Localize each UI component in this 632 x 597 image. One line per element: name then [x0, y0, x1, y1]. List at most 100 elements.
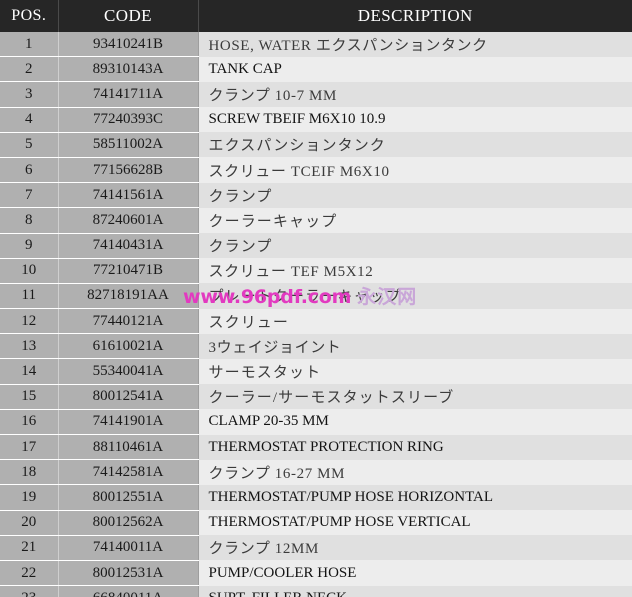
cell-pos: 14 — [0, 358, 59, 385]
cell-code: 55340041A — [58, 358, 199, 385]
cell-description: クランプ — [198, 233, 632, 259]
cell-code: 80012562A — [58, 510, 199, 536]
cell-pos: 16 — [0, 409, 59, 436]
cell-pos: 13 — [0, 333, 59, 360]
column-header-pos[interactable]: POS. — [0, 0, 59, 32]
cell-pos: 12 — [0, 308, 59, 335]
cell-pos: 22 — [0, 560, 59, 587]
column-header-code[interactable]: CODE — [58, 0, 199, 32]
cell-code: 77156628B — [58, 157, 199, 184]
cell-pos: 15 — [0, 384, 59, 410]
cell-description: クーラーキャップ — [198, 207, 632, 233]
table-row[interactable]: 13 61610021A 3ウェイジョイント — [0, 333, 632, 360]
cell-description: SCREW TBEIF M6X10 10.9 — [198, 107, 632, 133]
cell-code: 74142581A — [58, 459, 199, 486]
cell-description: THERMOSTAT/PUMP HOSE VERTICAL — [198, 510, 632, 536]
table-row[interactable]: 11 82718191AA プレートクーラーキャップ — [0, 283, 632, 310]
cell-description: CLAMP 20-35 MM — [198, 409, 632, 435]
table-row[interactable]: 22 80012531A PUMP/COOLER HOSE — [0, 560, 632, 587]
table-row[interactable]: 12 77440121A スクリュー — [0, 308, 632, 335]
cell-description: クランプ — [198, 182, 632, 208]
cell-code: 88110461A — [58, 434, 199, 461]
cell-pos: 4 — [0, 107, 59, 133]
table-row[interactable]: 3 74141711A クランプ 10-7 MM — [0, 81, 632, 108]
cell-description: THERMOSTAT PROTECTION RING — [198, 434, 632, 460]
cell-code: 80012541A — [58, 384, 199, 410]
table-row[interactable]: 14 55340041A サーモスタット — [0, 358, 632, 385]
table-row[interactable]: 16 74141901A CLAMP 20-35 MM — [0, 409, 632, 436]
cell-description: TANK CAP — [198, 56, 632, 82]
cell-description: HOSE, WATER エクスパンションタンク — [198, 32, 632, 57]
table-header: POS. CODE DESCRIPTION — [0, 0, 632, 32]
cell-code: 66840011A — [58, 585, 199, 597]
cell-code: 80012551A — [58, 484, 199, 511]
table-row[interactable]: 2366840011ASUPT, FILLER NECK — [0, 585, 632, 597]
cell-code: 77440121A — [58, 308, 199, 335]
cell-pos: 11 — [0, 283, 59, 310]
parts-table-container: POS. CODE DESCRIPTION 1 93410241B HOSE, WA… — [0, 0, 632, 597]
cell-description: SUPT, FILLER NECK — [198, 585, 632, 597]
cell-code: 80012531A — [58, 560, 199, 587]
cell-code: 77240393C — [58, 107, 199, 133]
table-row[interactable]: 7 74141561A クランプ — [0, 182, 632, 209]
table-row[interactable]: 9 74140431A クランプ — [0, 233, 632, 259]
cell-code: 74141711A — [58, 81, 199, 108]
table-row[interactable]: 2 89310143A TANK CAP — [0, 56, 632, 83]
cell-description: 3ウェイジョイント — [198, 333, 632, 359]
table-row[interactable]: 15 80012541A クーラー/サーモスタットスリーブ — [0, 384, 632, 410]
cell-code: 77210471B — [58, 258, 199, 284]
cell-pos: 18 — [0, 459, 59, 486]
header-row: POS. CODE DESCRIPTION — [0, 0, 632, 32]
cell-pos: 8 — [0, 207, 59, 234]
cell-pos: 2 — [0, 56, 59, 83]
cell-description: クーラー/サーモスタットスリーブ — [198, 384, 632, 410]
cell-pos: 23 — [0, 585, 59, 597]
cell-code: 82718191AA — [58, 283, 199, 310]
cell-pos: 17 — [0, 434, 59, 461]
cell-pos: 6 — [0, 157, 59, 184]
cell-pos: 7 — [0, 182, 59, 209]
cell-pos: 5 — [0, 132, 59, 158]
cell-description: スクリュー TEF M5X12 — [198, 258, 632, 284]
table-row[interactable]: 5 58511002A エクスパンションタンク — [0, 132, 632, 158]
table-body: 1 93410241B HOSE, WATER エクスパンションタンク 2 893101… — [0, 32, 632, 597]
cell-code: 74140431A — [58, 233, 199, 259]
cell-description: クランプ 16-27 MM — [198, 459, 632, 485]
cell-description: プレートクーラーキャップ — [198, 283, 632, 309]
cell-description: クランプ 10-7 MM — [198, 81, 632, 108]
table-row[interactable]: 17 88110461A THERMOSTAT PROTECTION RING — [0, 434, 632, 461]
cell-pos: 9 — [0, 233, 59, 259]
cell-pos: 3 — [0, 81, 59, 108]
table-row[interactable]: 8 87240601A クーラーキャップ — [0, 207, 632, 234]
table-row[interactable]: 1 93410241B HOSE, WATER エクスパンションタンク — [0, 32, 632, 58]
cell-code: 89310143A — [58, 56, 199, 83]
cell-pos: 1 — [0, 32, 59, 58]
table-row[interactable]: 4 77240393C SCREW TBEIF M6X10 10.9 — [0, 107, 632, 133]
cell-code: 87240601A — [58, 207, 199, 234]
cell-code: 74140011A — [58, 535, 199, 561]
cell-pos: 20 — [0, 510, 59, 536]
cell-code: 58511002A — [58, 132, 199, 158]
table-row[interactable]: 21 74140011A クランプ 12MM — [0, 535, 632, 561]
table-row[interactable]: 19 80012551A THERMOSTAT/PUMP HOSE HORIZONT… — [0, 484, 632, 511]
cell-description: エクスパンションタンク — [198, 132, 632, 158]
cell-description: スクリュー TCEIF M6X10 — [198, 157, 632, 183]
cell-description: サーモスタット — [198, 358, 632, 385]
cell-pos: 19 — [0, 484, 59, 511]
table-row[interactable]: 20 80012562A THERMOSTAT/PUMP HOSE VERTICAL — [0, 510, 632, 536]
cell-code: 93410241B — [58, 32, 199, 58]
cell-code: 74141561A — [58, 182, 199, 209]
column-header-description[interactable]: DESCRIPTION — [198, 0, 632, 32]
cell-description: クランプ 12MM — [198, 535, 632, 561]
table-row[interactable]: 10 77210471B スクリュー TEF M5X12 — [0, 258, 632, 284]
cell-pos: 21 — [0, 535, 59, 561]
table-row[interactable]: 18 74142581A クランプ 16-27 MM — [0, 459, 632, 486]
cell-pos: 10 — [0, 258, 59, 284]
table-row[interactable]: 6 77156628B スクリュー TCEIF M6X10 — [0, 157, 632, 184]
cell-code: 74141901A — [58, 409, 199, 436]
cell-description: THERMOSTAT/PUMP HOSE HORIZONTAL — [198, 484, 632, 511]
parts-table: POS. CODE DESCRIPTION 1 93410241B HOSE, WA… — [0, 0, 632, 597]
cell-description: PUMP/COOLER HOSE — [198, 560, 632, 586]
cell-description: スクリュー — [198, 308, 632, 334]
cell-code: 61610021A — [58, 333, 199, 360]
